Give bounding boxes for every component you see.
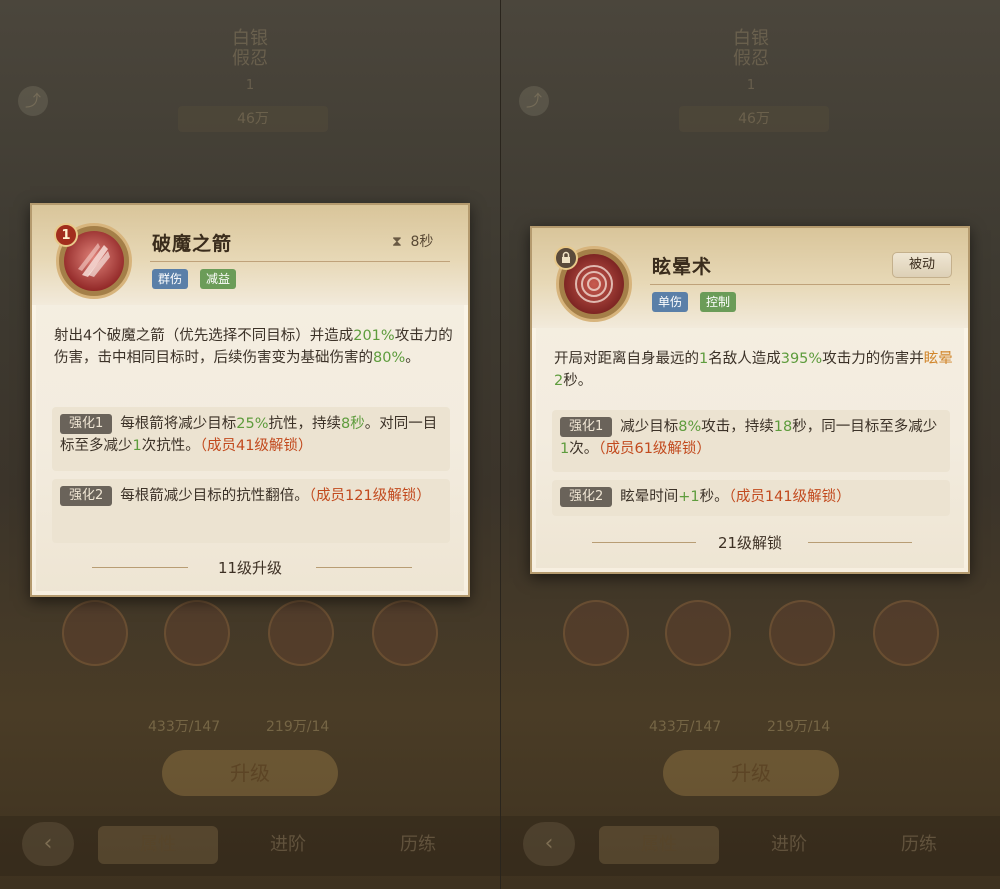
enhancement-label: 强化2 (60, 486, 113, 506)
tag-aoe: 群伤 (152, 269, 189, 289)
text-segment: 201% (353, 328, 395, 344)
skill-detail-card: 1 破魔之箭 ⧗ 8秒 群伤 减益 射出4个破魔之箭（优先选择不同目标）并造成2… (30, 203, 470, 597)
text-segment: 攻击力的伤害并 (822, 351, 924, 367)
text-segment: 眩晕时间 (620, 489, 679, 505)
text-segment: 次抗性。 (141, 438, 200, 454)
text-segment: 。 (405, 350, 420, 366)
enhancement-label: 强化1 (560, 417, 613, 437)
text-segment: 1 (699, 351, 709, 367)
tag-control: 控制 (700, 292, 737, 312)
tab-training[interactable]: 历练 (859, 826, 979, 864)
text-segment: 2 (554, 373, 564, 389)
tab-attributes[interactable]: 属性 (98, 826, 218, 864)
skill-name: 破魔之箭 (152, 233, 233, 255)
enhancement-2: 强化2 每根箭减少目标的抗性翻倍。（成员121级解锁） (52, 479, 450, 543)
enhancement-label: 强化2 (560, 487, 613, 507)
text-segment: （成员141级解锁） (728, 489, 851, 505)
share-icon[interactable]: ⤴ (519, 86, 549, 116)
skill-slot-3[interactable] (769, 600, 835, 666)
text-segment: 名敌人造成 (708, 351, 781, 367)
tab-advance[interactable]: 进阶 (228, 826, 348, 864)
skill-index-badge: 1 (54, 223, 78, 247)
exp-cost: 219万/14 (767, 719, 831, 735)
skill-description: 射出4个破魔之箭（优先选择不同目标）并造成201%攻击力的伤害，击中相同目标时，… (54, 325, 454, 369)
lock-icon (554, 246, 578, 270)
member-level: 1 (746, 78, 756, 93)
text-segment: （成员61级解锁） (598, 441, 711, 457)
text-segment: 8秒 (341, 416, 365, 432)
tag-debuff: 减益 (200, 269, 237, 289)
text-segment: 开局对距离自身最远的 (554, 351, 699, 367)
text-segment: 攻击，持续 (701, 419, 774, 435)
passive-badge: 被动 (892, 252, 952, 278)
footer-text: 21级解锁 (717, 534, 783, 552)
member-rank: 白银 (232, 28, 268, 49)
member-power: 46万 (679, 106, 829, 132)
member-level: 1 (245, 78, 255, 93)
text-segment: 减少目标 (620, 419, 679, 435)
skill-detail-card: 眩晕术 被动 单伤 控制 开局对距离自身最远的1名敌人造成395%攻击力的伤害并… (530, 226, 970, 574)
back-arrow-icon[interactable]: ‹ (523, 822, 575, 866)
skill-slot-4[interactable] (372, 600, 438, 666)
unlock-footer: 21级解锁 (532, 532, 968, 553)
tab-training[interactable]: 历练 (358, 826, 478, 864)
text-segment: 秒。 (563, 373, 593, 389)
upgrade-button[interactable]: 升级 (663, 750, 839, 796)
skill-slot-4[interactable] (873, 600, 939, 666)
text-segment: 次。 (569, 441, 599, 457)
gold-cost: 433万/147 (649, 719, 722, 735)
enhancement-1: 强化1 每根箭将减少目标25%抗性，持续8秒。对同一目标至多减少1次抗性。（成员4… (52, 407, 450, 471)
text-segment: 抗性，持续 (268, 416, 342, 432)
text-segment: 每根箭减少目标的抗性翻倍。 (120, 488, 309, 504)
tab-attributes[interactable]: 属性 (599, 826, 719, 864)
text-segment: （成员121级解锁） (308, 488, 431, 504)
text-segment: 25% (236, 416, 269, 432)
text-segment: （成员41级解锁） (199, 438, 313, 454)
footer-line-right (316, 567, 412, 568)
skill-description: 开局对距离自身最远的1名敌人造成395%攻击力的伤害并眩晕 2秒。 (554, 348, 954, 392)
upgrade-button[interactable]: 升级 (162, 750, 338, 796)
header-divider (150, 261, 450, 262)
tab-advance[interactable]: 进阶 (729, 826, 849, 864)
skill-slot-3[interactable] (268, 600, 334, 666)
skill-slot-1[interactable] (563, 600, 629, 666)
text-segment: 眩晕 (923, 351, 953, 367)
text-segment: 射出4个破魔之箭（优先选择不同目标）并造成 (54, 328, 354, 344)
text-segment: 秒，同一目标至多减少 (792, 419, 938, 435)
skill-slot-2[interactable] (164, 600, 230, 666)
text-segment: 1 (132, 438, 142, 454)
tag-single-target: 单伤 (652, 292, 689, 312)
member-power: 46万 (178, 106, 328, 132)
member-rank: 白银 (733, 28, 769, 49)
footer-line-left (92, 567, 188, 568)
cooldown-value: 8秒 (410, 234, 434, 250)
upgrade-footer: 11级升级 (32, 557, 468, 578)
text-segment: 18 (773, 419, 793, 435)
gold-cost: 433万/147 (148, 719, 221, 735)
share-icon[interactable]: ⤴ (18, 86, 48, 116)
text-segment: 每根箭将减少目标 (120, 416, 237, 432)
text-segment: 80% (373, 350, 406, 366)
text-segment: +1 (678, 489, 700, 505)
text-segment: 1 (560, 441, 570, 457)
text-segment: 8% (678, 419, 702, 435)
member-name: 假忍 (733, 48, 769, 69)
skill-name: 眩晕术 (652, 256, 713, 278)
header-divider (650, 284, 950, 285)
hourglass-icon: ⧗ (392, 234, 402, 250)
enhancement-2: 强化2 眩晕时间+1秒。（成员141级解锁） (552, 480, 950, 516)
footer-line-left (592, 542, 696, 543)
enhancement-label: 强化1 (60, 414, 113, 434)
skill-slot-1[interactable] (62, 600, 128, 666)
back-arrow-icon[interactable]: ‹ (22, 822, 74, 866)
member-name: 假忍 (232, 48, 268, 69)
text-segment: 秒。 (699, 489, 729, 505)
footer-line-right (808, 542, 912, 543)
text-segment: 395% (780, 351, 823, 367)
enhancement-1: 强化1 减少目标8%攻击，持续18秒，同一目标至多减少 1次。（成员61级解锁） (552, 410, 950, 472)
cooldown: ⧗ 8秒 (392, 231, 433, 251)
exp-cost: 219万/14 (266, 719, 330, 735)
skill-slot-2[interactable] (665, 600, 731, 666)
footer-text: 11级升级 (217, 559, 283, 577)
